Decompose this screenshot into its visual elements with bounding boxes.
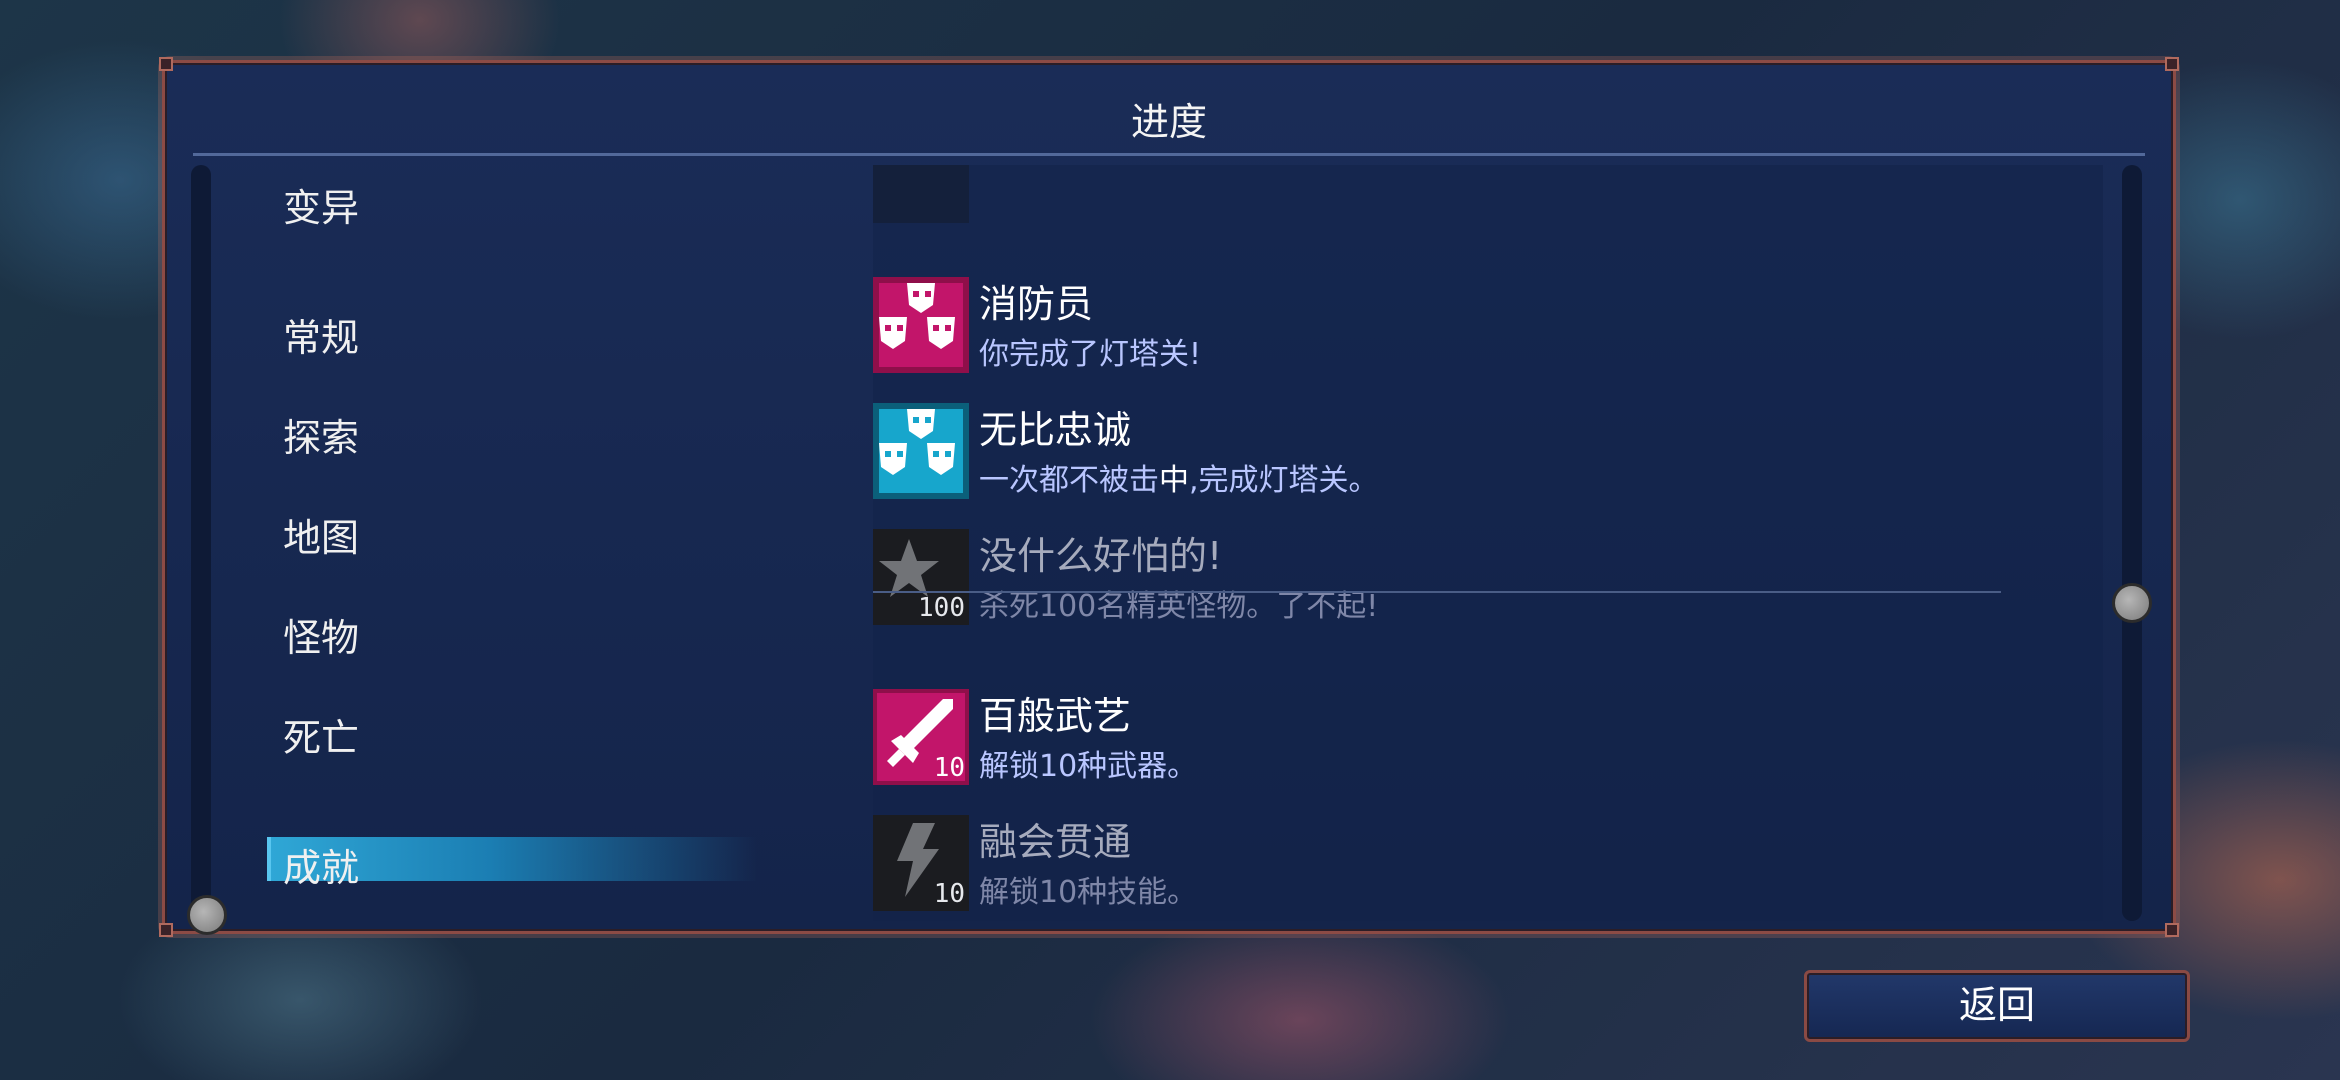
- icon-count: 10: [933, 879, 965, 909]
- description-highlight: 中: [1159, 463, 1189, 498]
- category-deaths[interactable]: 死亡: [283, 707, 359, 762]
- achievement-description: 杀死100名精英怪物。了不起!: [979, 589, 1379, 624]
- category-mutations[interactable]: 变异: [283, 177, 359, 232]
- achievement-scrollbar-knob[interactable]: [2112, 583, 2152, 623]
- category-scrollbar-track[interactable]: [191, 165, 211, 921]
- back-button[interactable]: 返回: [1804, 970, 2190, 1042]
- achievement-scrollbar-track[interactable]: [2122, 165, 2142, 921]
- hidden-icon: [873, 165, 969, 223]
- description-text: 一次都不被击: [979, 463, 1159, 498]
- achievement-description: 解锁10种技能。: [979, 875, 1198, 910]
- title-divider: [193, 153, 2145, 156]
- progress-panel: 进度 变异 常规 探索 地图 怪物 死亡 成就 消防员 你完成了灯塔关! 无比忠…: [159, 57, 2179, 937]
- category-exploration[interactable]: 探索: [283, 407, 359, 462]
- sword-icon: 10: [873, 689, 969, 785]
- category-maps[interactable]: 地图: [283, 507, 359, 562]
- panel-title: 进度: [1130, 100, 1207, 144]
- lightning-icon: 10: [873, 815, 969, 911]
- category-general[interactable]: 常规: [283, 307, 359, 362]
- panel-corner: [2165, 923, 2179, 937]
- description-text: ,完成灯塔关。: [1189, 463, 1379, 498]
- mask-trio-cyan-icon: [873, 403, 969, 499]
- icon-count: 10: [933, 753, 965, 783]
- achievement-description: 解锁10种武器。: [979, 749, 1198, 784]
- achievement-title: 消防员: [979, 282, 1094, 326]
- achievement-title: 没什么好怕的!: [979, 534, 1223, 578]
- category-monsters[interactable]: 怪物: [283, 607, 359, 662]
- star-icon: 100: [873, 529, 969, 625]
- achievement-description: 一次都不被击中,完成灯塔关。: [979, 455, 1379, 499]
- section-divider: [873, 591, 2001, 593]
- achievement-list[interactable]: 消防员 你完成了灯塔关! 无比忠诚 一次都不被击中,完成灯塔关。 100 没什么…: [873, 165, 2103, 921]
- category-achievements[interactable]: 成就: [283, 837, 359, 892]
- mask-trio-pink-icon: [873, 277, 969, 373]
- icon-count: 100: [918, 593, 965, 623]
- achievement-description: 你完成了灯塔关!: [979, 337, 1202, 372]
- panel-corner: [159, 57, 173, 71]
- category-scrollbar-knob[interactable]: [187, 895, 227, 935]
- panel-corner: [2165, 57, 2179, 71]
- panel-corner: [159, 923, 173, 937]
- achievement-title: 百般武艺: [979, 694, 1132, 738]
- achievement-title: 无比忠诚: [979, 408, 1132, 452]
- achievement-title: 融会贯通: [979, 820, 1132, 864]
